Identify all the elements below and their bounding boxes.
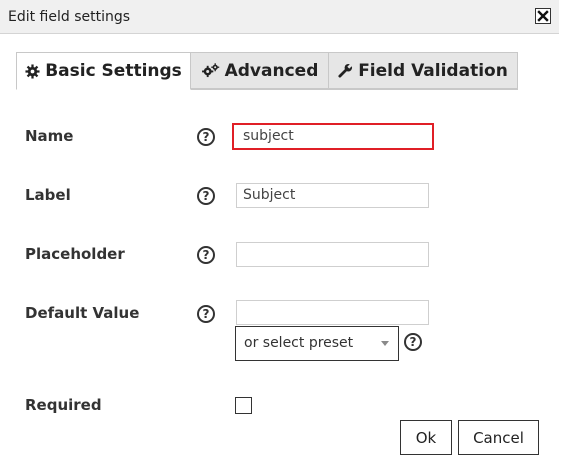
name-help-icon[interactable]: ?: [197, 128, 215, 146]
gear-icon: [25, 63, 40, 79]
name-input[interactable]: subject: [232, 123, 434, 150]
label-label: Label: [25, 186, 71, 204]
placeholder-help-icon[interactable]: ?: [197, 246, 215, 264]
tab-label: Basic Settings: [45, 61, 182, 81]
name-label: Name: [25, 127, 74, 145]
required-label: Required: [25, 396, 102, 414]
preset-select[interactable]: or select preset: [235, 326, 399, 361]
dropdown-arrow-icon: [381, 341, 389, 346]
default-value-label: Default Value: [25, 304, 140, 322]
tab-basic-settings[interactable]: Basic Settings: [16, 52, 191, 90]
edit-field-settings-dialog: Edit field settings Basic Settings Advan…: [0, 0, 561, 463]
tab-field-validation[interactable]: Field Validation: [328, 52, 518, 89]
dialog-titlebar: Edit field settings: [0, 0, 559, 34]
default-value-help-icon[interactable]: ?: [197, 305, 215, 323]
close-button[interactable]: [535, 8, 551, 24]
placeholder-input[interactable]: [236, 242, 429, 267]
cancel-button[interactable]: Cancel: [458, 420, 539, 455]
close-icon: [537, 10, 549, 22]
label-help-icon[interactable]: ?: [197, 187, 215, 205]
required-checkbox[interactable]: [235, 397, 252, 414]
placeholder-label: Placeholder: [25, 245, 125, 263]
ok-button[interactable]: Ok: [400, 420, 452, 455]
tab-label: Field Validation: [358, 60, 508, 81]
preset-select-value: or select preset: [244, 335, 354, 351]
default-value-input[interactable]: [236, 300, 429, 325]
tab-label: Advanced: [224, 60, 319, 81]
tab-advanced[interactable]: Advanced: [190, 52, 329, 89]
gears-icon: [201, 63, 220, 78]
label-input[interactable]: Subject: [236, 183, 429, 208]
dialog-title: Edit field settings: [8, 9, 131, 25]
wrench-icon: [338, 63, 354, 78]
preset-help-icon[interactable]: ?: [404, 333, 422, 351]
